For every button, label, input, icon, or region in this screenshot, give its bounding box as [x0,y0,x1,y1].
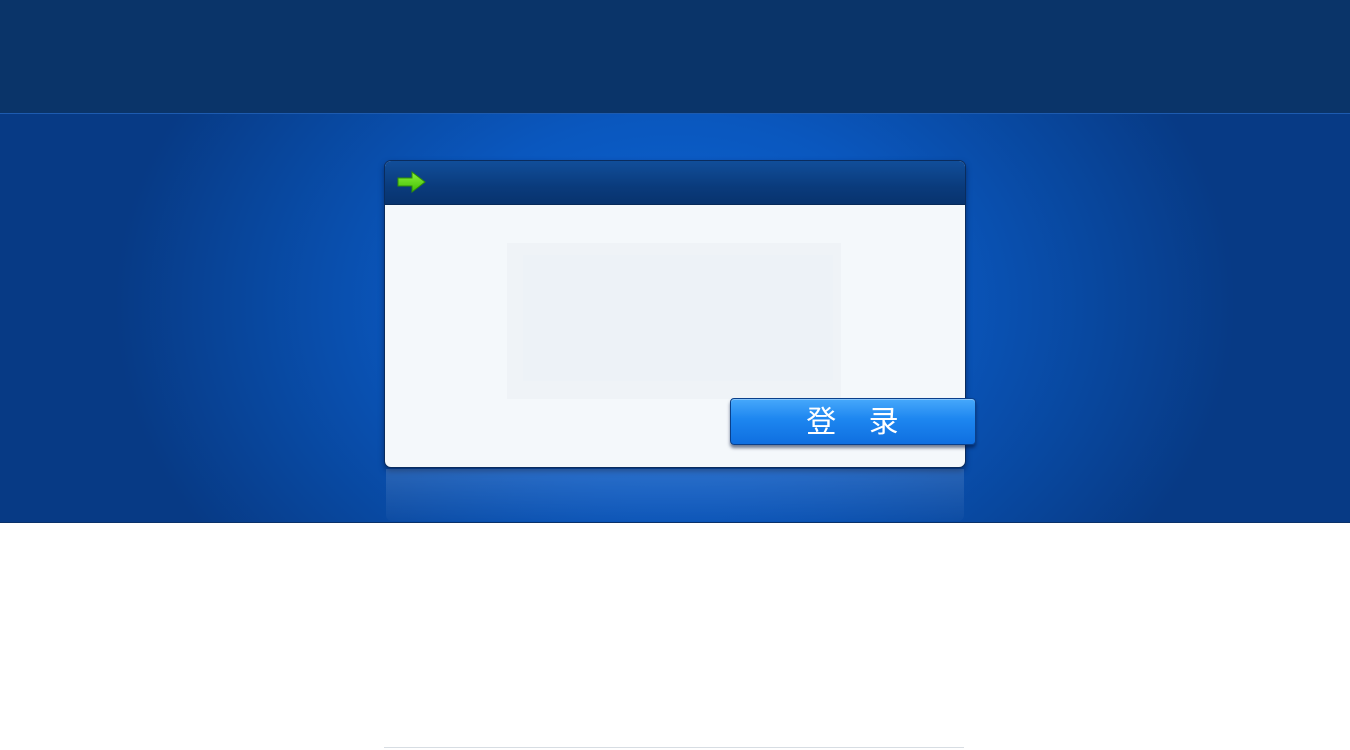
login-button[interactable]: 登 录 [730,398,976,445]
login-form-inner [523,255,833,381]
panel-reflection [386,469,964,521]
top-banner [0,0,1350,114]
login-form-area [507,243,841,399]
green-arrow-icon [397,170,427,194]
login-page: 登 录 [0,0,1350,750]
panel-header [385,161,965,205]
bottom-divider [384,747,964,748]
